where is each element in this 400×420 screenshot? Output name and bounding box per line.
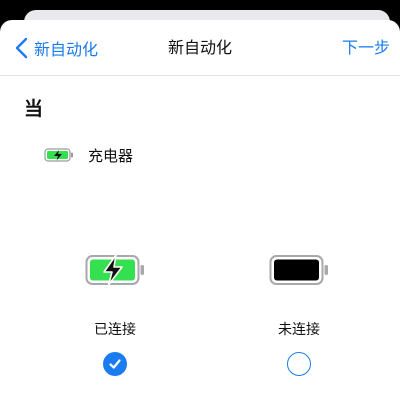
trigger-row: 充电器 [44, 142, 133, 168]
option-disconnected[interactable]: 未连接 [254, 254, 344, 376]
option-label-connected: 已连接 [94, 322, 136, 338]
trigger-label: 充电器 [88, 146, 134, 165]
when-heading: 当 [24, 98, 44, 120]
radio-connected[interactable] [103, 352, 127, 376]
battery-icon [269, 255, 328, 285]
automation-sheet: 新自动化 新自动化 下一步 当 充电器 已连接 未连接 [0, 20, 400, 420]
next-button[interactable]: 下一步 [342, 35, 390, 61]
checkmark-icon [109, 359, 121, 369]
battery-charging-icon [85, 254, 144, 286]
navigation-bar: 新自动化 新自动化 下一步 [0, 20, 400, 76]
battery-charging-icon [44, 148, 73, 162]
option-connected[interactable]: 已连接 [70, 254, 160, 376]
radio-disconnected[interactable] [287, 352, 311, 376]
option-label-disconnected: 未连接 [278, 322, 320, 338]
page-title: 新自动化 [167, 38, 232, 57]
